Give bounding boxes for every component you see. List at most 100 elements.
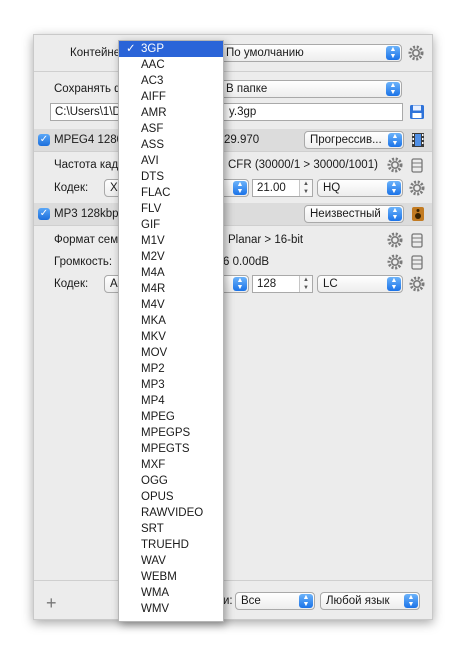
format-menu-item-label: MP3 [141, 379, 165, 391]
language-filter-value: Любой язык [326, 595, 390, 607]
video-scan-mode-select[interactable]: Прогрессив... ▲ ▼ [304, 131, 404, 149]
format-menu-item-label: WMA [141, 587, 170, 599]
format-menu-item-label: FLV [141, 203, 162, 215]
gear-icon[interactable] [409, 276, 425, 292]
gear-icon[interactable] [409, 180, 425, 196]
container-select-value: По умолчанию [226, 47, 304, 59]
stream-filter-select[interactable]: Все ▲ ▼ [235, 592, 315, 610]
format-menu-item-srt[interactable]: SRT [119, 521, 223, 537]
volume-value: 6 0.00dB [223, 256, 270, 268]
format-menu-item-label: AIFF [141, 91, 166, 103]
format-menu-item-m2v[interactable]: M2V [119, 249, 223, 265]
format-menu-item-label: WEBM [141, 571, 177, 583]
output-path-field[interactable]: C:\Users\1\D y.3gp [50, 103, 403, 121]
stepper-arrows-icon[interactable]: ▲ ▼ [299, 180, 312, 196]
format-menu-item-mpeg[interactable]: MPEG [119, 409, 223, 425]
format-menu-item-avi[interactable]: AVI [119, 153, 223, 169]
trash-icon[interactable] [411, 157, 423, 173]
format-menu-item-flv[interactable]: FLV [119, 201, 223, 217]
format-menu-item-label: M1V [141, 235, 165, 247]
format-menu-item-aac[interactable]: AAC [119, 57, 223, 73]
conversion-settings-window: Контейне По умолчанию ▲ ▼ Сохранять ф В п… [33, 34, 433, 620]
format-menu-item-asf[interactable]: ASF [119, 121, 223, 137]
format-menu-item-m4v[interactable]: M4V [119, 297, 223, 313]
format-menu-item-ass[interactable]: ASS [119, 137, 223, 153]
audio-profile-select[interactable]: LC ▲ ▼ [317, 275, 403, 293]
format-menu-item-truehd[interactable]: TRUEHD [119, 537, 223, 553]
format-menu-item-wma[interactable]: WMA [119, 585, 223, 601]
stepper-arrows-icon[interactable]: ▲ ▼ [299, 276, 312, 292]
format-menu-item-label: MXF [141, 459, 166, 471]
trash-icon[interactable] [411, 232, 423, 248]
format-menu-item-mpegps[interactable]: MPEGPS [119, 425, 223, 441]
divider [34, 151, 432, 152]
audio-stream-checkbox[interactable]: ✓ [38, 208, 50, 220]
video-stream-checkbox[interactable]: ✓ [38, 134, 50, 146]
volume-label: Громкость: [54, 256, 113, 268]
format-menu-item-label: SRT [141, 523, 164, 535]
language-filter-select[interactable]: Любой язык ▲ ▼ [320, 592, 420, 610]
video-scan-mode-value: Прогрессив... [310, 134, 382, 146]
video-preset-select[interactable]: HQ ▲ ▼ [317, 179, 403, 197]
format-menu-item-label: WMV [141, 603, 170, 615]
format-menu-item-rawvideo[interactable]: RAWVIDEO [119, 505, 223, 521]
format-menu-item-m4r[interactable]: M4R [119, 281, 223, 297]
chevron-updown-icon: ▲ ▼ [388, 207, 402, 221]
format-menu-item-mp2[interactable]: MP2 [119, 361, 223, 377]
filter-label: и: [223, 595, 233, 607]
framerate-label: Частота кад [54, 159, 119, 171]
format-menu-item-dts[interactable]: DTS [119, 169, 223, 185]
save-disk-icon[interactable] [409, 104, 425, 120]
format-menu-item-wav[interactable]: WAV [119, 553, 223, 569]
audio-codec-label: Кодек: [54, 278, 89, 290]
container-label: Контейне [70, 47, 121, 59]
format-menu-item-opus[interactable]: OPUS [119, 489, 223, 505]
chevron-updown-icon: ▲ ▼ [233, 277, 247, 291]
format-menu-item-amr[interactable]: AMR [119, 105, 223, 121]
gear-icon[interactable] [387, 232, 403, 248]
format-menu-item-mov[interactable]: MOV [119, 345, 223, 361]
format-menu-item-ogg[interactable]: OGG [119, 473, 223, 489]
audio-language-select[interactable]: Неизвестный ▲ ▼ [304, 205, 404, 223]
video-codec-label: Кодек: [54, 182, 89, 194]
format-menu-item-mpegts[interactable]: MPEGTS [119, 441, 223, 457]
film-icon [412, 133, 424, 147]
save-mode-select[interactable]: В папке ▲ ▼ [220, 80, 402, 98]
format-menu-item-3gp[interactable]: ✓ 3GP [119, 41, 223, 57]
format-menu-item-mp4[interactable]: MP4 [119, 393, 223, 409]
format-menu-item-mkv[interactable]: MKV [119, 329, 223, 345]
chevron-updown-icon: ▲ ▼ [387, 277, 401, 291]
audio-bitrate-stepper[interactable]: 128 ▲ ▼ [252, 275, 313, 293]
trash-icon[interactable] [411, 254, 423, 270]
gear-icon[interactable] [387, 157, 403, 173]
format-menu-item-label: MOV [141, 347, 168, 359]
output-path-start: C:\Users\1\D [55, 106, 121, 118]
format-menu-item-mp3[interactable]: MP3 [119, 377, 223, 393]
audio-codec-value: A [110, 278, 118, 290]
format-menu-item-mka[interactable]: MKA [119, 313, 223, 329]
save-mode-value: В папке [226, 83, 268, 95]
chevron-updown-icon: ▲ ▼ [386, 46, 400, 60]
format-menu-item-label: MKV [141, 331, 166, 343]
chevron-updown-icon: ▲ ▼ [388, 133, 402, 147]
format-menu-item-aiff[interactable]: AIFF [119, 89, 223, 105]
video-quality-stepper[interactable]: 21.00 ▲ ▼ [252, 179, 313, 197]
format-menu-item-gif[interactable]: GIF [119, 217, 223, 233]
format-menu-item-m1v[interactable]: M1V [119, 233, 223, 249]
stream-filter-value: Все [241, 595, 261, 607]
gear-icon[interactable] [387, 254, 403, 270]
format-menu-item-label: WAV [141, 555, 166, 567]
format-menu-item-flac[interactable]: FLAC [119, 185, 223, 201]
format-menu-item-label: 3GP [141, 43, 165, 55]
speaker-icon [412, 207, 424, 221]
format-menu-item-label: M4A [141, 267, 165, 279]
add-stream-button[interactable]: + [46, 593, 57, 614]
format-menu-item-webm[interactable]: WEBM [119, 569, 223, 585]
format-menu-item-m4a[interactable]: M4A [119, 265, 223, 281]
container-format-menu: ✓ 3GP AAC AC3 AIFF AMR ASF ASS AVI DTS FLAC FLV GIF M… [118, 40, 224, 622]
format-menu-item-wmv[interactable]: WMV [119, 601, 223, 617]
container-select[interactable]: По умолчанию ▲ ▼ [220, 44, 402, 62]
format-menu-item-ac3[interactable]: AC3 [119, 73, 223, 89]
format-menu-item-mxf[interactable]: MXF [119, 457, 223, 473]
gear-icon[interactable] [408, 45, 424, 61]
